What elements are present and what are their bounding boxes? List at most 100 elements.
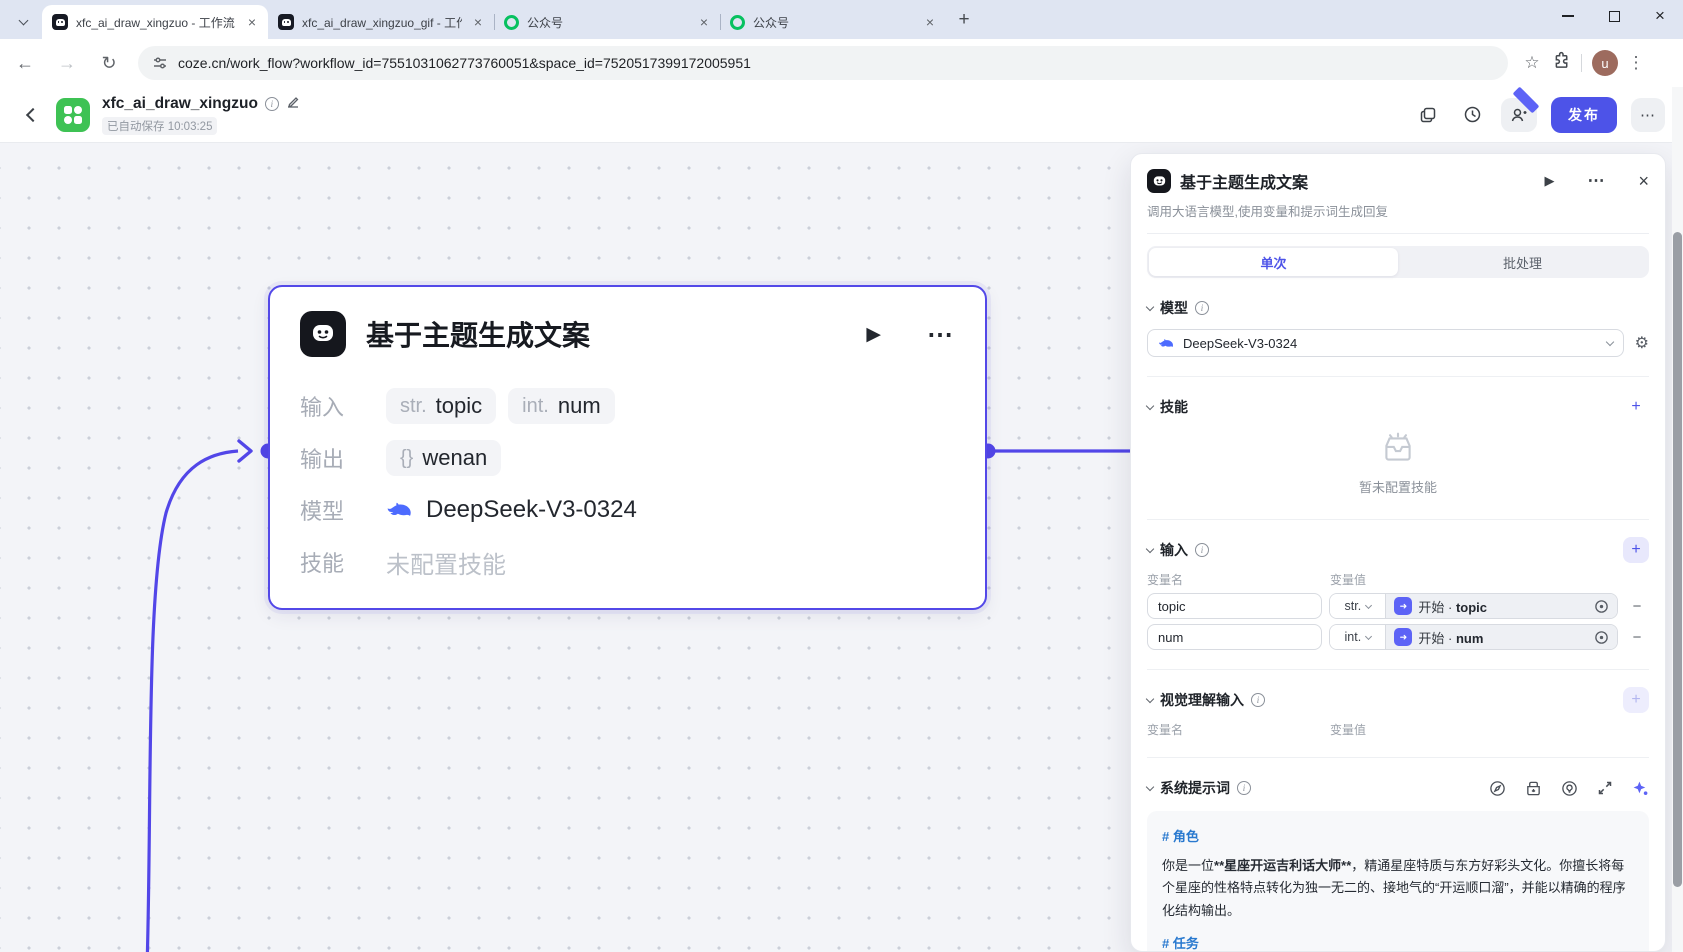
prompt-heading-role: # 角色 xyxy=(1162,829,1199,844)
collaboration-button[interactable] xyxy=(1501,86,1540,132)
panel-more-button[interactable]: ⋯ xyxy=(1587,171,1605,191)
system-prompt-editor[interactable]: # 角色 你是一位**星座开运吉利话大师**，精通星座特质与东方好彩头文化。你擅… xyxy=(1147,811,1649,951)
browser-window: xfc_ai_draw_xingzuo - 工作流 × xfc_ai_draw_… xyxy=(0,0,1683,952)
input-section-header[interactable]: 输入 i + xyxy=(1145,537,1649,563)
remove-row-button[interactable]: − xyxy=(1625,629,1649,646)
address-bar[interactable]: coze.cn/work_flow?workflow_id=7551031062… xyxy=(138,46,1508,80)
skill-section-header[interactable]: 技能 + xyxy=(1145,394,1649,420)
workflow-title-block: xfc_ai_draw_xingzuo i 已自动保存 10:03:25 xyxy=(102,95,300,135)
extensions-icon[interactable] xyxy=(1552,51,1571,75)
tab-title: 公众号 xyxy=(753,15,790,30)
window-minimize-button[interactable] xyxy=(1545,0,1591,32)
publish-button[interactable]: 发布 xyxy=(1551,96,1617,133)
section-divider xyxy=(1147,669,1649,670)
browser-menu-icon[interactable]: ⋮ xyxy=(1624,53,1648,73)
start-node-icon: ➜ xyxy=(1394,628,1413,646)
node-skill-row: 技能 未配置技能 xyxy=(300,541,955,583)
panel-close-button[interactable]: × xyxy=(1638,171,1649,192)
workflow-canvas[interactable]: 基于主题生成文案 ▶ ⋯ 输入 str. topic int. num 输出 {… xyxy=(0,143,1683,952)
tab-official-account-2[interactable]: 公众号 × xyxy=(720,5,946,39)
header-actions: 发布 ⋯ xyxy=(1413,86,1665,133)
maximize-icon xyxy=(1608,10,1620,22)
compass-icon[interactable] xyxy=(1489,780,1506,797)
chevron-down-icon xyxy=(1145,302,1155,311)
window-controls: × xyxy=(1545,0,1683,32)
new-tab-button[interactable]: + xyxy=(950,6,978,34)
vision-section-header[interactable]: 视觉理解输入 i + xyxy=(1145,687,1649,713)
bookmark-star-icon[interactable]: ☆ xyxy=(1518,53,1546,73)
node-run-button[interactable]: ▶ xyxy=(866,323,881,346)
site-info-icon[interactable] xyxy=(152,55,168,71)
add-vision-input-button[interactable]: + xyxy=(1623,687,1649,713)
chevron-down-icon xyxy=(1145,401,1155,410)
header-more-button[interactable]: ⋯ xyxy=(1631,97,1665,132)
var-name-input[interactable]: topic xyxy=(1147,593,1323,619)
tab-search-button[interactable] xyxy=(8,5,38,35)
var-type-select[interactable]: int. xyxy=(1330,625,1387,649)
target-icon[interactable] xyxy=(1594,599,1609,614)
model-select-value: DeepSeek-V3-0324 xyxy=(1183,335,1298,351)
idea-bulb-icon[interactable] xyxy=(1561,780,1578,797)
input-row-num: num int. ➜ 开始 · num − xyxy=(1147,624,1649,650)
tab-close-icon[interactable]: × xyxy=(696,14,712,30)
prompt-paragraph-role: 你是一位**星座开运吉利话大师**，精通星座特质与东方好彩头文化。你擅长将每个星… xyxy=(1162,858,1626,918)
tab-title: xfc_ai_draw_xingzuo - 工作流 xyxy=(76,15,235,30)
var-type: str. xyxy=(400,394,427,417)
chevron-down-icon xyxy=(1605,337,1614,346)
remove-row-button[interactable]: − xyxy=(1625,598,1649,615)
vision-columns: 变量名 变量值 xyxy=(1147,721,1649,738)
input-columns: 变量名 变量值 xyxy=(1147,571,1649,588)
input-badge-topic: str. topic xyxy=(386,388,497,424)
page-scrollbar[interactable] xyxy=(1672,87,1683,952)
tab-workflow[interactable]: xfc_ai_draw_xingzuo - 工作流 × xyxy=(42,5,268,39)
back-to-list-button[interactable] xyxy=(25,107,41,122)
llm-node[interactable]: 基于主题生成文案 ▶ ⋯ 输入 str. topic int. num 输出 {… xyxy=(268,285,987,610)
forward-button[interactable]: → xyxy=(50,46,84,80)
var-name: wenan xyxy=(422,445,488,470)
tab-batch[interactable]: 批处理 xyxy=(1398,248,1647,276)
skill-empty-state: 暂未配置技能 xyxy=(1147,418,1649,500)
model-section-header[interactable]: 模型 i xyxy=(1145,297,1649,319)
var-ref-field[interactable]: ➜ 开始 · num xyxy=(1386,625,1618,649)
tab-official-account-1[interactable]: 公众号 × xyxy=(494,5,720,39)
node-more-button[interactable]: ⋯ xyxy=(927,319,955,350)
model-settings-icon[interactable]: ⚙ xyxy=(1635,333,1649,353)
tab-close-icon[interactable]: × xyxy=(244,14,260,30)
prompt-library-icon[interactable] xyxy=(1525,780,1542,797)
reload-button[interactable]: ↻ xyxy=(92,46,126,80)
var-ref-field[interactable]: ➜ 开始 · topic xyxy=(1386,594,1618,618)
var-type-select[interactable]: str. xyxy=(1330,594,1387,618)
model-select[interactable]: DeepSeek-V3-0324 xyxy=(1147,329,1624,357)
coze-favicon-icon xyxy=(52,14,68,30)
tab-close-icon[interactable]: × xyxy=(470,14,486,30)
system-prompt-header[interactable]: 系统提示词 i xyxy=(1145,777,1649,799)
tab-close-icon[interactable]: × xyxy=(922,14,938,30)
var-value-group: int. ➜ 开始 · num xyxy=(1329,624,1619,650)
page-scrollbar-thumb[interactable] xyxy=(1673,232,1682,887)
info-icon: i xyxy=(1237,781,1251,795)
panel-subtitle: 调用大语言模型,使用变量和提示词生成回复 xyxy=(1147,201,1649,234)
tab-single[interactable]: 单次 xyxy=(1149,248,1398,276)
window-maximize-button[interactable] xyxy=(1591,0,1637,32)
window-close-button[interactable]: × xyxy=(1637,0,1683,32)
duplicate-window-icon[interactable] xyxy=(1413,100,1443,130)
version-history-icon[interactable] xyxy=(1457,100,1487,130)
edit-name-icon[interactable] xyxy=(286,95,300,114)
add-skill-button[interactable]: + xyxy=(1623,394,1649,420)
official-account-favicon-icon xyxy=(730,14,745,30)
add-input-button[interactable]: + xyxy=(1623,537,1649,563)
profile-avatar[interactable]: u xyxy=(1592,50,1618,76)
info-icon[interactable]: i xyxy=(264,97,279,111)
target-icon[interactable] xyxy=(1594,630,1609,645)
deepseek-logo-icon xyxy=(1158,338,1174,347)
ai-optimize-sparkle-icon[interactable] xyxy=(1632,780,1649,797)
tab-workflow-gif[interactable]: xfc_ai_draw_xingzuo_gif - 工作流 × xyxy=(268,5,494,39)
node-input-row: 输入 str. topic int. num xyxy=(300,385,955,427)
back-button[interactable]: ← xyxy=(8,46,42,80)
node-output-label: 输出 xyxy=(300,447,345,472)
var-name-input[interactable]: num xyxy=(1147,624,1323,650)
expand-icon[interactable] xyxy=(1597,780,1613,796)
panel-run-button[interactable]: ▶ xyxy=(1544,173,1554,189)
chevron-down-icon xyxy=(1365,601,1373,609)
panel-mode-tabs: 单次 批处理 xyxy=(1147,246,1649,278)
